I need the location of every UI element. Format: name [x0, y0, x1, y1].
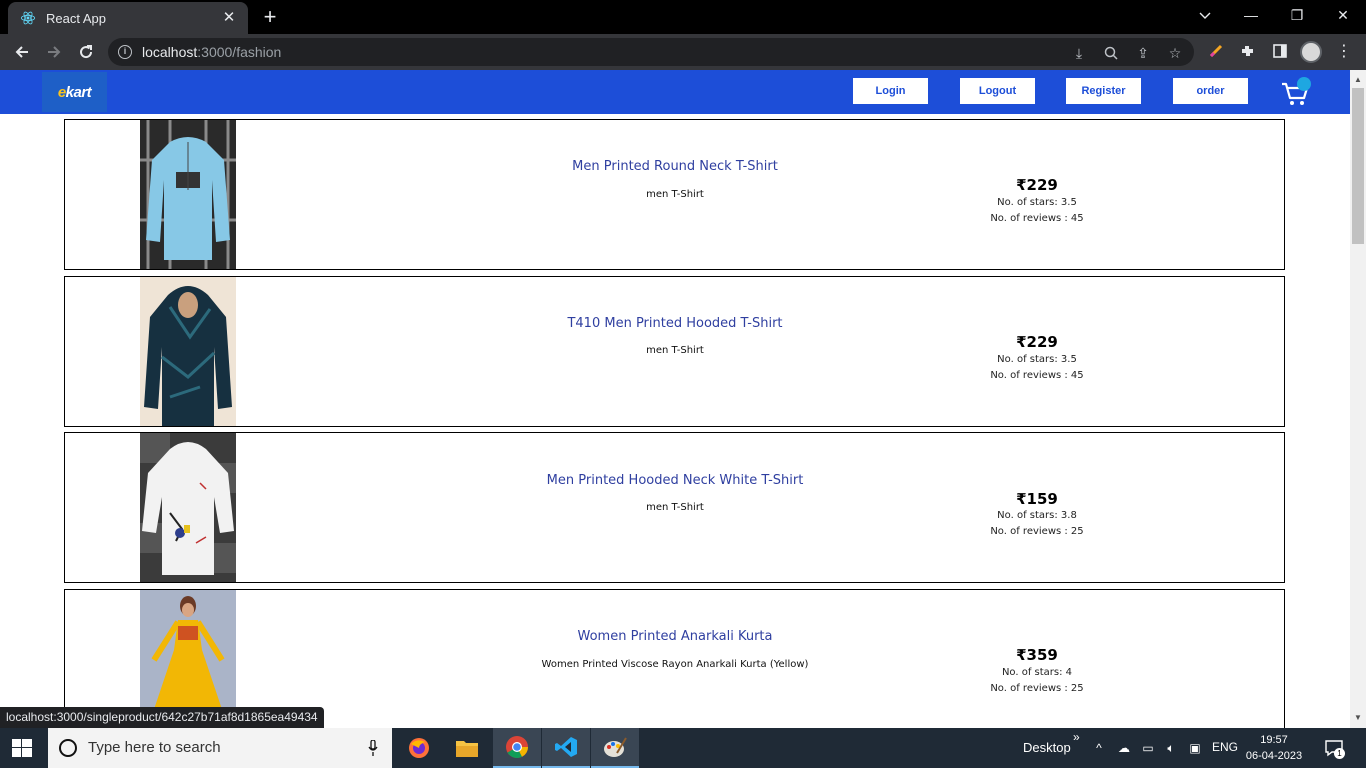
desktop-toolbar-label[interactable]: Desktop: [1023, 740, 1071, 755]
logout-button[interactable]: Logout: [960, 78, 1035, 104]
scrollbar-thumb[interactable]: [1352, 88, 1364, 244]
product-price: ₹359: [1016, 646, 1058, 664]
product-price: ₹159: [1016, 490, 1058, 508]
pen-extension-icon[interactable]: [1207, 43, 1225, 61]
reload-icon[interactable]: [74, 40, 98, 64]
product-reviews: No. of reviews : 45: [990, 213, 1084, 224]
product-list: Men Printed Round Neck T-Shirt men T-Shi…: [0, 114, 1350, 728]
microphone-icon[interactable]: [368, 740, 378, 756]
search-icon: [59, 739, 77, 757]
page-scrollbar[interactable]: ▲ ▼: [1350, 70, 1366, 728]
install-app-icon[interactable]: ⤓: [1070, 44, 1088, 62]
product-reviews: No. of reviews : 25: [990, 526, 1084, 537]
product-description: men T-Shirt: [646, 502, 704, 513]
tab-title: React App: [46, 10, 106, 26]
product-reviews: No. of reviews : 45: [990, 370, 1084, 381]
zoom-icon[interactable]: [1102, 44, 1120, 62]
toolbar-chevrons[interactable]: »: [1073, 730, 1080, 744]
logo-letter-e: e: [57, 83, 66, 101]
notification-count-badge: 1: [1334, 748, 1345, 759]
product-stars: No. of stars: 4: [1001, 667, 1073, 678]
product-description: men T-Shirt: [646, 345, 704, 356]
product-price: ₹229: [1016, 333, 1058, 351]
side-panel-icon[interactable]: [1271, 43, 1289, 61]
logo-text: kart: [65, 83, 92, 101]
cart-icon[interactable]: [1280, 77, 1314, 108]
ekart-logo[interactable]: e kart: [42, 72, 107, 112]
clock[interactable]: 19:57 06-04-2023: [1244, 732, 1304, 764]
tab-react-app[interactable]: React App ✕: [8, 2, 248, 34]
app-header: e kart Login Logout Register order: [0, 70, 1350, 114]
clock-time: 19:57: [1260, 734, 1288, 746]
url-path: :3000/fashion: [197, 44, 282, 60]
file-explorer-icon[interactable]: [443, 728, 491, 768]
product-card[interactable]: T410 Men Printed Hooded T-Shirt men T-Sh…: [64, 276, 1285, 427]
bookmark-star-icon[interactable]: ☆: [1166, 44, 1184, 62]
login-button[interactable]: Login: [853, 78, 928, 104]
clock-date: 06-04-2023: [1245, 750, 1303, 762]
chrome-icon[interactable]: [493, 728, 541, 768]
address-bar[interactable]: i localhost:3000/fashion ⤓ ⇪ ☆: [108, 38, 1194, 66]
onedrive-off-icon[interactable]: ☁: [1116, 740, 1132, 756]
scroll-down-arrow-icon[interactable]: ▼: [1350, 710, 1366, 726]
paint-icon[interactable]: [591, 728, 639, 768]
close-window-button[interactable]: ✕: [1320, 0, 1366, 32]
register-button[interactable]: Register: [1066, 78, 1141, 104]
restore-button[interactable]: ❐: [1274, 0, 1320, 32]
product-title[interactable]: Men Printed Hooded Neck White T-Shirt: [445, 473, 905, 488]
product-card[interactable]: Men Printed Round Neck T-Shirt men T-Shi…: [64, 119, 1285, 270]
react-icon: [20, 11, 36, 25]
product-reviews: No. of reviews : 25: [990, 683, 1084, 694]
forward-arrow-icon[interactable]: [42, 40, 66, 64]
link-status-bubble: localhost:3000/singleproduct/642c27b71af…: [0, 707, 324, 728]
product-title[interactable]: Men Printed Round Neck T-Shirt: [445, 159, 905, 174]
product-price: ₹229: [1016, 176, 1058, 194]
product-title[interactable]: Women Printed Anarkali Kurta: [445, 629, 905, 644]
profile-avatar[interactable]: [1300, 41, 1322, 63]
minimize-button[interactable]: —: [1228, 0, 1274, 32]
url-host: localhost: [142, 44, 198, 60]
battery-icon[interactable]: ▭: [1140, 740, 1156, 756]
language-indicator[interactable]: ENG: [1212, 740, 1238, 754]
network-icon[interactable]: ▣: [1187, 740, 1203, 756]
browser-toolbar: i localhost:3000/fashion ⤓ ⇪ ☆ ⋮: [0, 34, 1366, 70]
search-placeholder: Type here to search: [88, 739, 221, 756]
light-blue-sweatshirt-image[interactable]: [140, 120, 236, 269]
dark-teal-hoodie-image[interactable]: [140, 277, 236, 426]
volume-icon[interactable]: 🔈︎: [1163, 740, 1179, 756]
cart-badge: [1297, 77, 1311, 91]
vscode-icon[interactable]: [542, 728, 590, 768]
white-printed-hoodie-image[interactable]: [140, 433, 236, 582]
site-info-icon[interactable]: i: [118, 45, 132, 59]
product-description: Women Printed Viscose Rayon Anarkali Kur…: [541, 659, 809, 670]
product-stars: No. of stars: 3.8: [997, 510, 1077, 521]
share-icon[interactable]: ⇪: [1134, 44, 1152, 62]
browser-menu-icon[interactable]: ⋮: [1336, 42, 1352, 62]
product-card[interactable]: Men Printed Hooded Neck White T-Shirt me…: [64, 432, 1285, 583]
new-tab-button[interactable]: +: [258, 4, 282, 30]
product-description: men T-Shirt: [646, 189, 704, 200]
scroll-up-arrow-icon[interactable]: ▲: [1350, 72, 1366, 88]
windows-taskbar: Type here to search Desktop » ^ ☁ ▭ 🔈︎ ▣…: [0, 728, 1366, 768]
product-title[interactable]: T410 Men Printed Hooded T-Shirt: [445, 316, 905, 331]
order-button[interactable]: order: [1173, 78, 1248, 104]
browser-tab-strip: React App ✕ + — ❐ ✕: [0, 0, 1366, 34]
product-stars: No. of stars: 3.5: [997, 354, 1077, 365]
tab-search-chevron-icon[interactable]: [1182, 0, 1228, 32]
firefox-icon[interactable]: [395, 728, 443, 768]
product-stars: No. of stars: 3.5: [997, 197, 1077, 208]
back-arrow-icon[interactable]: [10, 40, 34, 64]
tab-close-icon[interactable]: ✕: [220, 9, 238, 27]
notification-center-icon[interactable]: 1: [1324, 738, 1345, 759]
taskbar-search-input[interactable]: Type here to search: [48, 728, 392, 768]
extensions-puzzle-icon[interactable]: [1239, 43, 1257, 61]
windows-start-icon[interactable]: [12, 739, 32, 757]
chevron-up-icon[interactable]: ^: [1091, 740, 1107, 756]
